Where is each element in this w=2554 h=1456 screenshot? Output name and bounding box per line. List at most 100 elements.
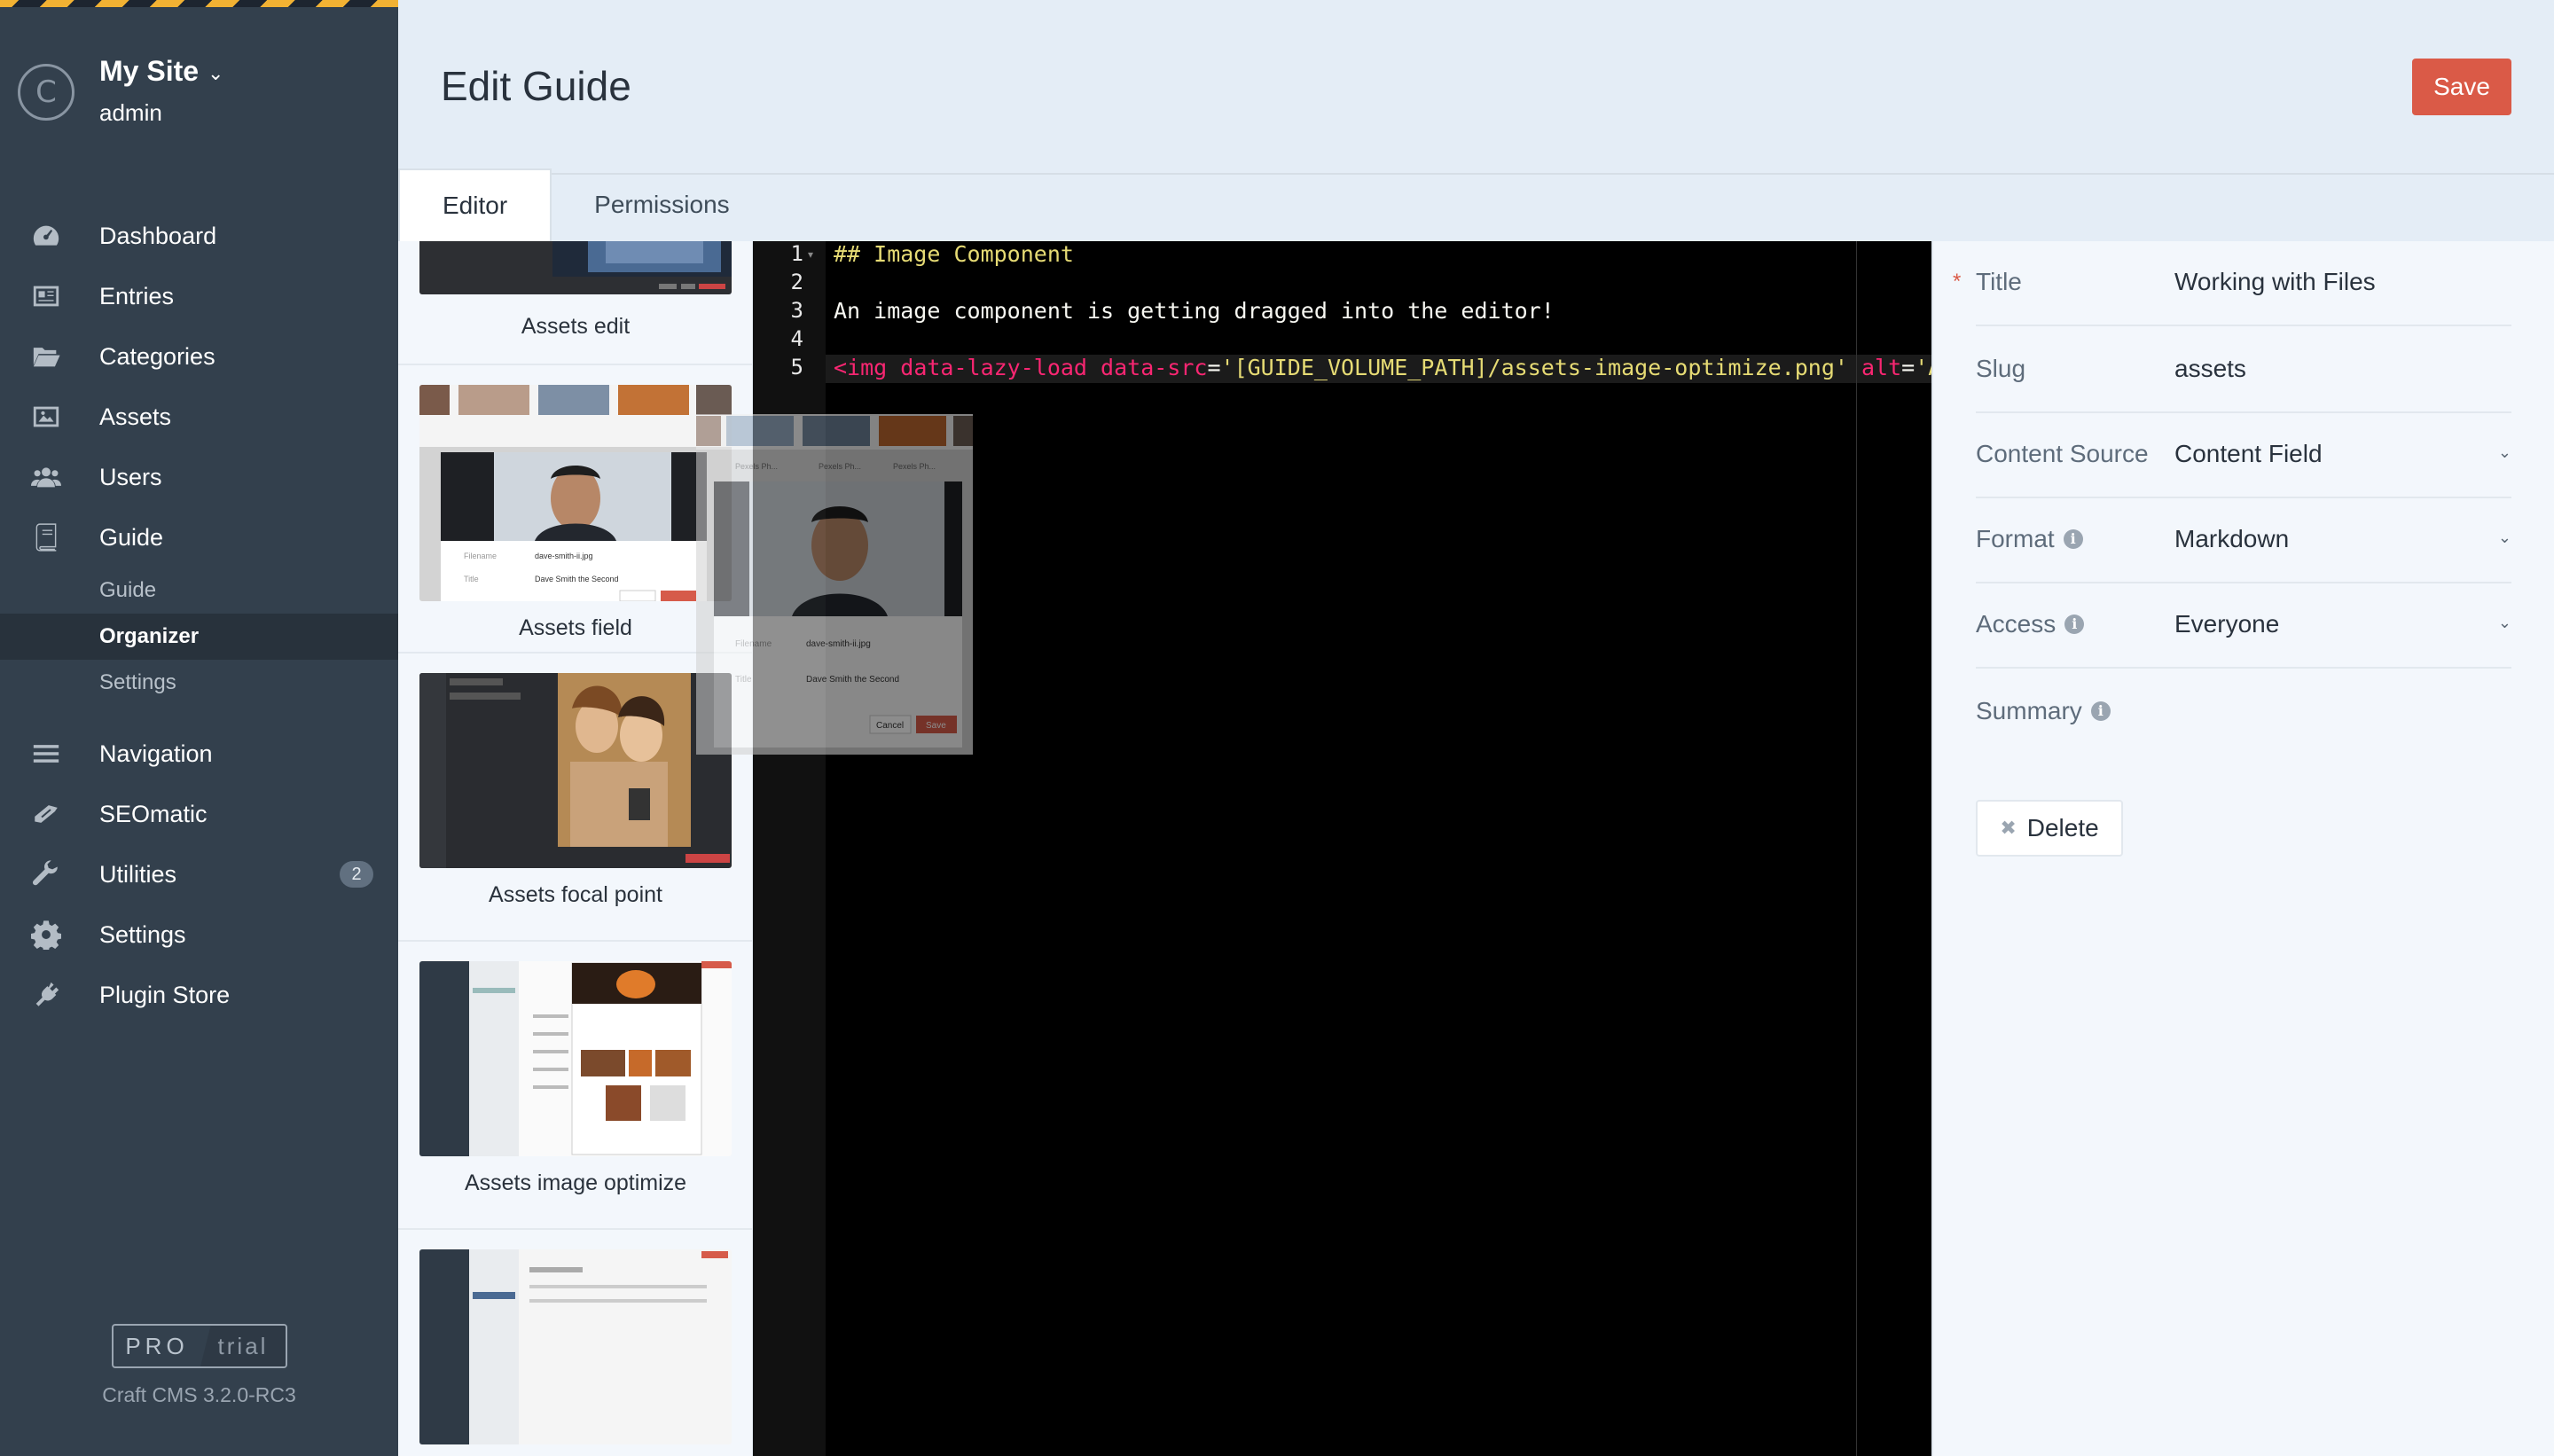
code-line-1: ## Image Component bbox=[834, 241, 1074, 267]
nav-item-dashboard[interactable]: Dashboard bbox=[0, 206, 398, 266]
line-number: 4 bbox=[790, 326, 803, 351]
code-line-3: An image component is getting dragged in… bbox=[834, 298, 1555, 324]
nav-item-users[interactable]: Users bbox=[0, 447, 398, 507]
meta-fields-panel: * Title Working with Files Slug assets C… bbox=[1931, 241, 2554, 1456]
component-label: Assets edit bbox=[521, 314, 631, 339]
field-format[interactable]: Format i Markdown ⌄ bbox=[1976, 498, 2511, 583]
content-source-select[interactable]: Content Field bbox=[2174, 440, 2323, 468]
field-label: Format i bbox=[1976, 525, 2083, 553]
edition-trial: trial bbox=[200, 1326, 286, 1366]
users-icon bbox=[30, 461, 62, 493]
nav-item-settings[interactable]: Settings bbox=[0, 904, 398, 965]
site-avatar[interactable]: C bbox=[18, 64, 74, 121]
format-select[interactable]: Markdown bbox=[2174, 525, 2289, 553]
chevron-down-icon[interactable]: ⌄ bbox=[2498, 614, 2511, 632]
field-slug[interactable]: Slug assets bbox=[1976, 328, 2511, 413]
svg-text:Filename: Filename bbox=[735, 639, 772, 649]
required-indicator: * bbox=[1953, 270, 1962, 294]
site-switcher[interactable]: My Site bbox=[99, 55, 199, 88]
access-select[interactable]: Everyone bbox=[2174, 610, 2279, 638]
chevron-down-icon[interactable]: ⌄ bbox=[2498, 528, 2511, 547]
nav-item-categories[interactable]: Categories bbox=[0, 326, 398, 387]
save-button[interactable]: Save bbox=[2412, 59, 2511, 115]
component-assets-image-optimize[interactable]: Assets image optimize bbox=[398, 942, 752, 1230]
entries-icon bbox=[30, 280, 62, 312]
component-thumbnail bbox=[419, 961, 732, 1156]
nav-label: Categories bbox=[99, 342, 215, 370]
tab-editor[interactable]: Editor bbox=[398, 168, 552, 241]
svg-text:Filename: Filename bbox=[464, 552, 497, 560]
sidebar: C My Site ⌄ admin Dashboard Entries Cate… bbox=[0, 0, 398, 1456]
nav-label: Entries bbox=[99, 282, 175, 309]
page-title: Edit Guide bbox=[441, 63, 631, 109]
field-label: Slug bbox=[1976, 355, 2026, 382]
field-summary[interactable]: Summary i bbox=[1976, 670, 2511, 755]
svg-text:Dave Smith the Second: Dave Smith the Second bbox=[806, 675, 899, 685]
nav-item-assets[interactable]: Assets bbox=[0, 387, 398, 447]
slug-input[interactable]: assets bbox=[2174, 355, 2246, 383]
field-access[interactable]: Access i Everyone ⌄ bbox=[1976, 583, 2511, 669]
nav-item-plugin-store[interactable]: Plugin Store bbox=[0, 965, 398, 1025]
field-label: Title bbox=[1976, 268, 2022, 295]
edition-badge[interactable]: PRO trial bbox=[112, 1324, 287, 1368]
book-icon bbox=[30, 521, 62, 553]
nav-item-guide[interactable]: Guide bbox=[0, 507, 398, 568]
field-label: Summary i bbox=[1976, 697, 2111, 725]
field-label: Content Source bbox=[1976, 440, 2149, 467]
field-title[interactable]: * Title Working with Files bbox=[1953, 241, 2511, 326]
nav-label: Assets bbox=[99, 403, 172, 430]
svg-text:Save: Save bbox=[926, 721, 946, 731]
dragged-component-ghost[interactable]: Pexels Ph... Pexels Ph... Pexels Ph... F… bbox=[696, 414, 973, 755]
component-assets-edit[interactable]: Assets edit bbox=[398, 241, 752, 365]
nav-item-seomatic[interactable]: SEOmatic bbox=[0, 784, 398, 844]
field-content-source[interactable]: Content Source Content Field ⌄ bbox=[1976, 413, 2511, 498]
seomatic-icon bbox=[30, 798, 62, 830]
title-input[interactable]: Working with Files bbox=[2174, 268, 2376, 296]
component-next[interactable] bbox=[398, 1230, 752, 1456]
info-icon[interactable]: i bbox=[2090, 701, 2111, 721]
component-label: Assets focal point bbox=[489, 882, 662, 907]
chevron-down-icon[interactable]: ⌄ bbox=[208, 62, 223, 85]
svg-text:dave-smith-ii.jpg: dave-smith-ii.jpg bbox=[535, 552, 593, 560]
fold-arrow-icon[interactable]: ▾ bbox=[808, 248, 813, 261]
line-number: 5 bbox=[790, 355, 803, 380]
nav-subitem-organizer[interactable]: Organizer bbox=[0, 614, 398, 660]
info-icon[interactable]: i bbox=[2063, 528, 2083, 549]
svg-text:Dave Smith the Second: Dave Smith the Second bbox=[535, 575, 619, 583]
nav-item-navigation[interactable]: Navigation bbox=[0, 724, 398, 784]
nav-subitem-settings[interactable]: Settings bbox=[0, 660, 398, 706]
nav-item-utilities[interactable]: Utilities 2 bbox=[0, 844, 398, 904]
editor-content: Assets edit Filename dave-smith-ii.jpg T… bbox=[398, 241, 2554, 1456]
close-icon: ✖ bbox=[2000, 817, 2017, 839]
tab-permissions[interactable]: Permissions bbox=[552, 168, 772, 241]
hamburger-icon bbox=[30, 738, 62, 770]
nav-subitem-guide[interactable]: Guide bbox=[0, 568, 398, 614]
utilities-badge: 2 bbox=[340, 861, 373, 888]
image-icon bbox=[30, 401, 62, 433]
svg-text:dave-smith-ii.jpg: dave-smith-ii.jpg bbox=[806, 639, 871, 649]
code-line-5: <img data-lazy-load data-src='[GUIDE_VOL… bbox=[834, 355, 1931, 380]
nav-label: SEOmatic bbox=[99, 800, 208, 827]
delete-button[interactable]: ✖ Delete bbox=[1976, 800, 2123, 857]
dev-mode-stripe bbox=[0, 0, 398, 7]
component-thumbnail bbox=[419, 241, 732, 294]
nav-sublabel: Settings bbox=[99, 670, 176, 694]
nav-sublabel: Organizer bbox=[99, 624, 200, 648]
svg-text:Pexels Ph...: Pexels Ph... bbox=[819, 462, 861, 471]
nav-label: Settings bbox=[99, 920, 186, 948]
svg-text:Cancel: Cancel bbox=[876, 721, 904, 731]
component-thumbnail bbox=[419, 1249, 732, 1444]
edition-pro: PRO bbox=[125, 1332, 189, 1359]
print-margin bbox=[1856, 241, 1857, 1456]
current-user[interactable]: admin bbox=[99, 99, 162, 127]
field-label: Access i bbox=[1976, 610, 2085, 638]
folder-icon bbox=[30, 341, 62, 372]
nav-label: Dashboard bbox=[99, 222, 217, 249]
info-icon[interactable]: i bbox=[2064, 614, 2085, 634]
svg-text:Pexels Ph...: Pexels Ph... bbox=[893, 462, 936, 471]
component-thumbnail bbox=[419, 673, 732, 868]
chevron-down-icon[interactable]: ⌄ bbox=[2498, 443, 2511, 462]
nav-item-entries[interactable]: Entries bbox=[0, 266, 398, 326]
nav-label: Guide bbox=[99, 523, 164, 551]
nav-label: Users bbox=[99, 463, 162, 490]
